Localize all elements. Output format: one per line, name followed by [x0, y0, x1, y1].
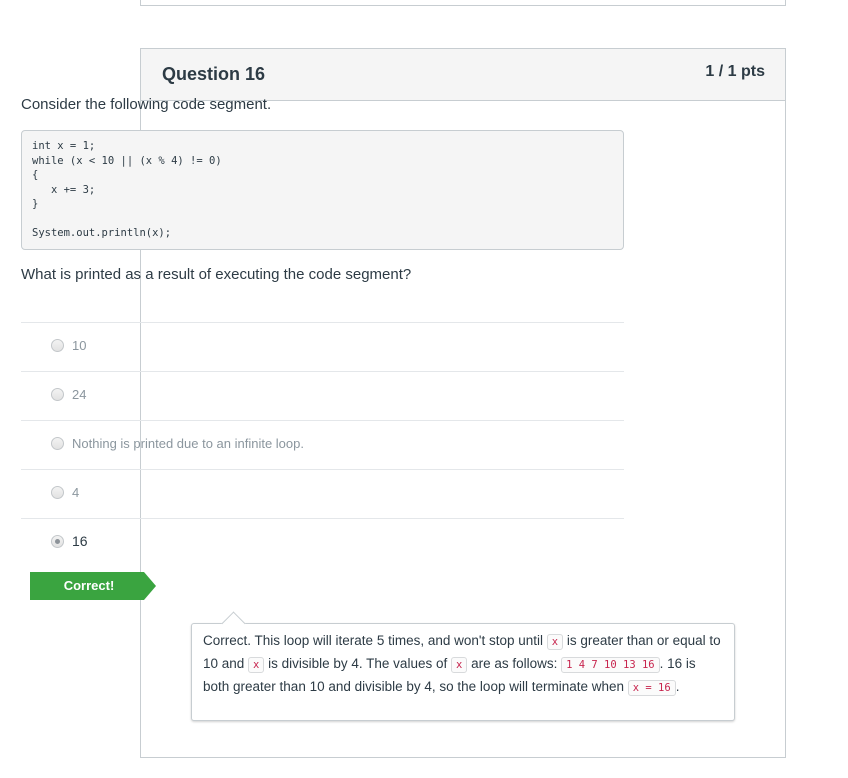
feedback-text: Correct. This loop will iterate 5 times,… [203, 633, 547, 648]
feedback-text: are as follows: [467, 656, 562, 671]
answer-label: 4 [72, 485, 80, 500]
radio-button-selected[interactable] [51, 535, 64, 548]
code-block: int x = 1; while (x < 10 || (x % 4) != 0… [21, 130, 624, 250]
previous-question-card-edge [140, 0, 786, 6]
question-header: Question 16 1 / 1 pts [141, 49, 785, 101]
feedback-text: . [675, 679, 680, 694]
answer-option-selected[interactable]: 16 [21, 518, 624, 567]
question-title: Question 16 [162, 64, 266, 84]
answer-option[interactable]: Nothing is printed due to an infinite lo… [21, 420, 624, 469]
radio-button[interactable] [51, 388, 64, 401]
answer-feedback-comment: Correct. This loop will iterate 5 times,… [191, 623, 735, 721]
inline-code: x [546, 634, 564, 650]
radio-button[interactable] [51, 339, 64, 352]
answer-option[interactable]: 10 [21, 322, 624, 371]
correct-answer-flag: Correct! [30, 572, 156, 600]
question-points: 1 / 1 pts [705, 63, 765, 80]
answer-label: Nothing is printed due to an infinite lo… [72, 436, 304, 451]
inline-code: x = 16 [627, 680, 676, 696]
radio-button[interactable] [51, 437, 64, 450]
answer-label: 10 [72, 338, 87, 353]
answer-label: 16 [72, 533, 88, 549]
radio-button[interactable] [51, 486, 64, 499]
inline-code: x [450, 657, 468, 673]
feedback-text: is divisible by 4. The values of [264, 656, 451, 671]
answer-label: 24 [72, 387, 87, 402]
inline-code: 1 4 7 10 13 16 [561, 657, 660, 673]
inline-code: x [248, 657, 265, 673]
question-body: Consider the following code segment. int… [21, 96, 624, 284]
answer-list: 10 24 Nothing is printed due to an infin… [21, 322, 624, 567]
answer-option[interactable]: 4 [21, 469, 624, 518]
question-text: What is printed as a result of executing… [21, 266, 412, 283]
question-prompt: Consider the following code segment. [21, 96, 272, 113]
answer-option[interactable]: 24 [21, 371, 624, 420]
correct-flag-label: Correct! [63, 578, 115, 593]
